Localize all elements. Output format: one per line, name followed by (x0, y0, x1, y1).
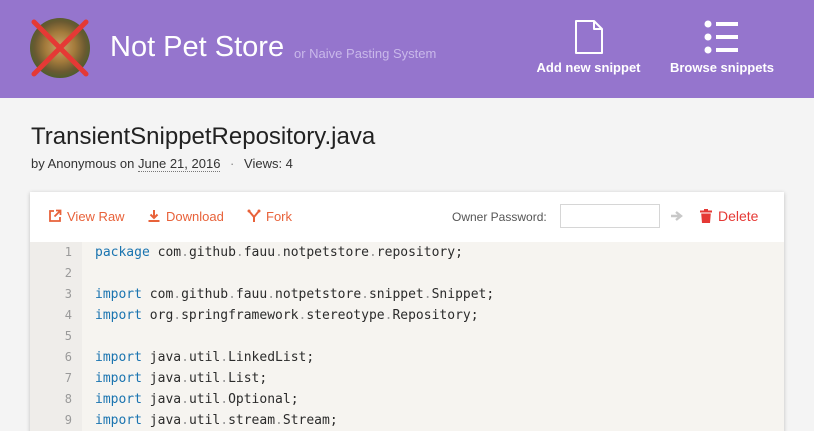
line-source: import java.util.List; (95, 368, 267, 389)
code-text: org.springframework.stereotype.Repositor… (149, 308, 479, 323)
fork-label: Fork (266, 209, 292, 224)
code-text: java.util.List; (149, 371, 268, 386)
code-line: 8 import java.util.Optional; (30, 389, 784, 410)
meta-by: by (31, 156, 45, 171)
external-link-icon (49, 209, 62, 222)
code-text: java.util.Optional; (149, 392, 299, 407)
line-source: import java.util.Optional; (95, 389, 299, 410)
list-icon (704, 20, 738, 54)
keyword: import (95, 413, 142, 428)
meta-views: Views: 4 (244, 156, 293, 171)
owner-password-label: Owner Password: (452, 210, 547, 224)
download-link[interactable]: Download (147, 209, 224, 224)
keyword: import (95, 308, 142, 323)
code-text: java.util.LinkedList; (149, 350, 315, 365)
line-number: 2 (64, 266, 72, 280)
code-text: com.github.fauu.notpetstore.repository; (157, 245, 463, 260)
line-source: import org.springframework.stereotype.Re… (95, 305, 479, 326)
fork-link[interactable]: Fork (247, 209, 292, 224)
brand-title[interactable]: Not Pet Store (110, 31, 284, 64)
meta-date: June 21, 2016 (138, 156, 221, 172)
code-viewer[interactable]: 1 package com.github.fauu.notpetstore.rep… (30, 242, 784, 431)
code-line: 4 import org.springframework.stereotype.R… (30, 305, 784, 326)
keyword: import (95, 287, 142, 302)
keyword: import (95, 350, 142, 365)
logo[interactable] (30, 18, 90, 78)
keyword: import (95, 371, 142, 386)
add-new-snippet-button[interactable]: Add new snippet (532, 20, 645, 75)
line-source: import java.util.LinkedList; (95, 347, 314, 368)
brand-subtitle: or Naive Pasting System (294, 46, 437, 61)
snippet-title: TransientSnippetRepository.java (31, 123, 376, 150)
snippet-toolbar: View Raw Download Fork Owner Password: D… (30, 192, 784, 242)
download-label: Download (166, 209, 224, 224)
app-header: Not Pet Store or Naive Pasting System Ad… (0, 0, 814, 98)
download-icon (148, 210, 160, 222)
delete-label: Delete (718, 208, 759, 224)
code-line: 5 (30, 326, 784, 347)
view-raw-label: View Raw (67, 209, 125, 224)
document-icon (574, 20, 603, 54)
meta-separator: · (230, 156, 235, 171)
line-number: 7 (64, 371, 72, 385)
snippet-card: View Raw Download Fork Owner Password: D… (30, 192, 784, 431)
line-number: 3 (64, 287, 72, 301)
code-line: 2 (30, 263, 784, 284)
trash-icon (700, 209, 712, 223)
browse-snippets-button[interactable]: Browse snippets (664, 20, 780, 75)
owner-password-input[interactable] (560, 204, 660, 228)
code-line: 9 import java.util.stream.Stream; (30, 410, 784, 431)
code-line: 6 import java.util.LinkedList; (30, 347, 784, 368)
line-number: 5 (64, 329, 72, 343)
line-source: package com.github.fauu.notpetstore.repo… (95, 242, 463, 263)
snippet-meta: by Anonymous on June 21, 2016 · Views: 4 (31, 156, 293, 172)
cross-icon (31, 19, 89, 77)
code-text: com.github.fauu.notpetstore.snippet.Snip… (149, 287, 495, 302)
line-number: 1 (64, 245, 72, 259)
arrow-right-icon[interactable] (670, 210, 684, 222)
add-new-snippet-label: Add new snippet (536, 60, 641, 75)
view-raw-link[interactable]: View Raw (48, 209, 125, 224)
line-number: 9 (64, 413, 72, 427)
line-number: 6 (64, 350, 72, 364)
keyword: package (95, 245, 150, 260)
code-line: 7 import java.util.List; (30, 368, 784, 389)
line-source: import java.util.stream.Stream; (95, 410, 338, 431)
delete-button[interactable]: Delete (700, 208, 758, 224)
code-line: 1 package com.github.fauu.notpetstore.rep… (30, 242, 784, 263)
keyword: import (95, 392, 142, 407)
line-source: import com.github.fauu.notpetstore.snipp… (95, 284, 494, 305)
browse-snippets-label: Browse snippets (669, 60, 775, 75)
fork-icon (247, 209, 261, 222)
meta-author: Anonymous (47, 156, 117, 171)
code-text: java.util.stream.Stream; (149, 413, 338, 428)
line-number: 8 (64, 392, 72, 406)
code-line: 3 import com.github.fauu.notpetstore.snip… (30, 284, 784, 305)
line-number: 4 (64, 308, 72, 322)
meta-on: on (119, 156, 135, 171)
